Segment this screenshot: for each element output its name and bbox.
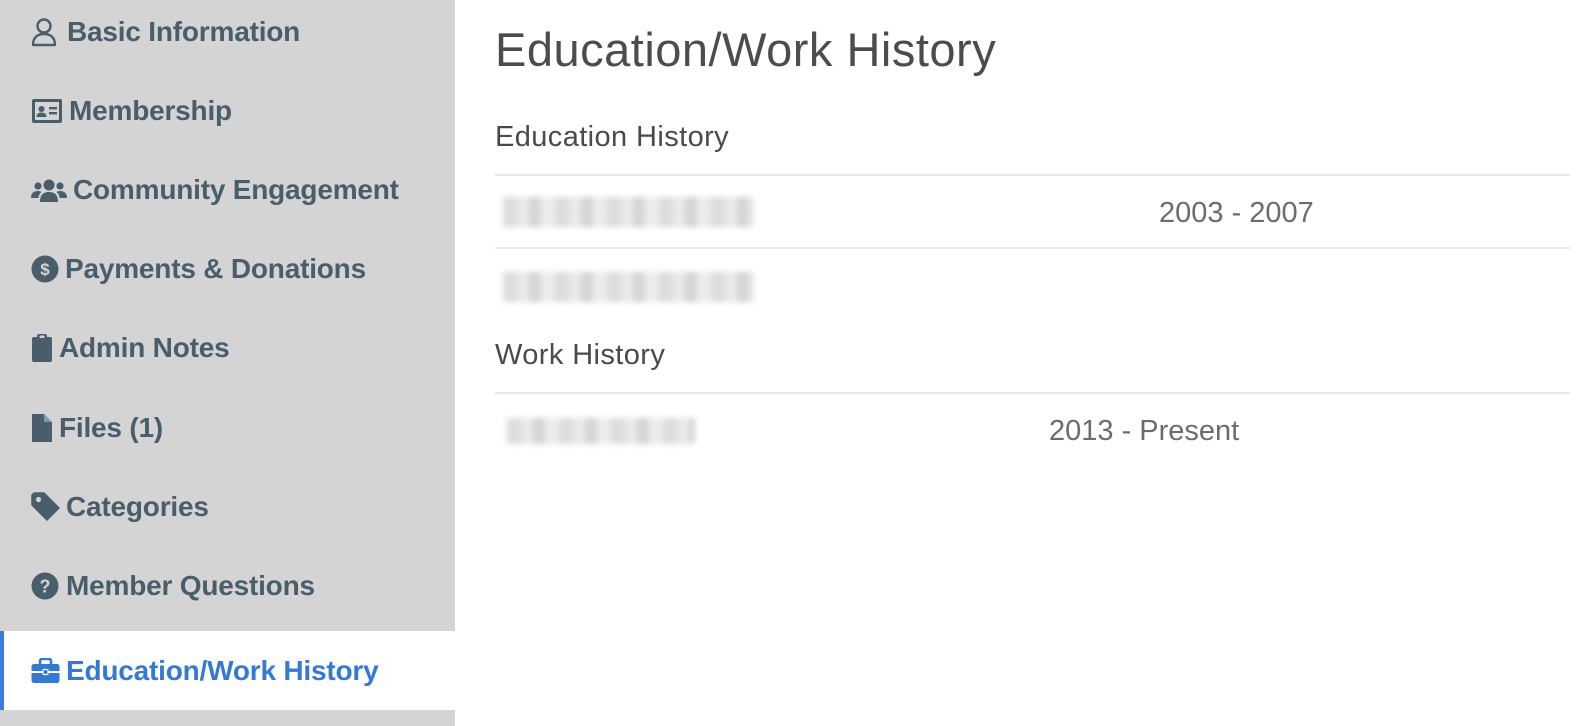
svg-text:?: ? xyxy=(40,576,51,596)
sidebar-item-label: Files (1) xyxy=(59,411,164,443)
page-title: Education/Work History xyxy=(495,23,997,76)
sidebar-item-membership[interactable]: Membership xyxy=(0,71,455,150)
sidebar-nav: Basic Information Membership Community E… xyxy=(0,0,455,726)
sidebar-item-files[interactable]: Files (1) xyxy=(0,388,455,467)
users-icon xyxy=(31,172,73,208)
dollar-circle-icon: $ xyxy=(31,251,65,287)
work-dates: 2013 - Present xyxy=(1049,415,1240,447)
sidebar-item-admin-notes[interactable]: Admin Notes xyxy=(0,308,455,387)
sidebar-item-payments-donations[interactable]: $ Payments & Donations xyxy=(0,229,455,308)
briefcase-icon xyxy=(31,653,66,689)
main-content: Education/Work History Education History… xyxy=(455,0,1580,726)
sidebar-item-education-work-history[interactable]: Education/Work History xyxy=(0,631,455,710)
education-dates: 2003 - 2007 xyxy=(1159,197,1314,229)
divider xyxy=(495,392,1570,394)
tag-icon xyxy=(31,489,66,525)
redacted-degree xyxy=(503,272,755,302)
sidebar-item-community-engagement[interactable]: Community Engagement xyxy=(0,150,455,229)
sidebar-item-basic-information[interactable]: Basic Information xyxy=(0,0,455,71)
clipboard-icon xyxy=(31,330,59,366)
redacted-school-name xyxy=(503,197,755,227)
education-history-heading: Education History xyxy=(495,121,730,153)
sidebar-item-label: Education/Work History xyxy=(66,654,379,686)
file-icon xyxy=(31,410,59,446)
sidebar-item-label: Payments & Donations xyxy=(65,252,366,284)
sidebar-item-label: Community Engagement xyxy=(73,173,399,205)
sidebar-item-member-questions[interactable]: ? Member Questions xyxy=(0,546,455,625)
sidebar-item-label: Categories xyxy=(66,490,209,522)
divider xyxy=(495,247,1570,249)
redacted-employer-name xyxy=(507,418,695,444)
user-icon xyxy=(31,14,67,50)
id-card-icon xyxy=(31,93,69,129)
work-history-heading: Work History xyxy=(495,339,666,371)
question-circle-icon: ? xyxy=(31,568,66,604)
svg-text:$: $ xyxy=(40,260,50,279)
sidebar-item-label: Membership xyxy=(69,94,232,126)
sidebar-item-label: Basic Information xyxy=(67,15,301,47)
divider xyxy=(495,174,1570,176)
sidebar-item-label: Admin Notes xyxy=(59,331,230,363)
sidebar-item-categories[interactable]: Categories xyxy=(0,467,455,546)
sidebar-item-label: Member Questions xyxy=(66,569,315,601)
